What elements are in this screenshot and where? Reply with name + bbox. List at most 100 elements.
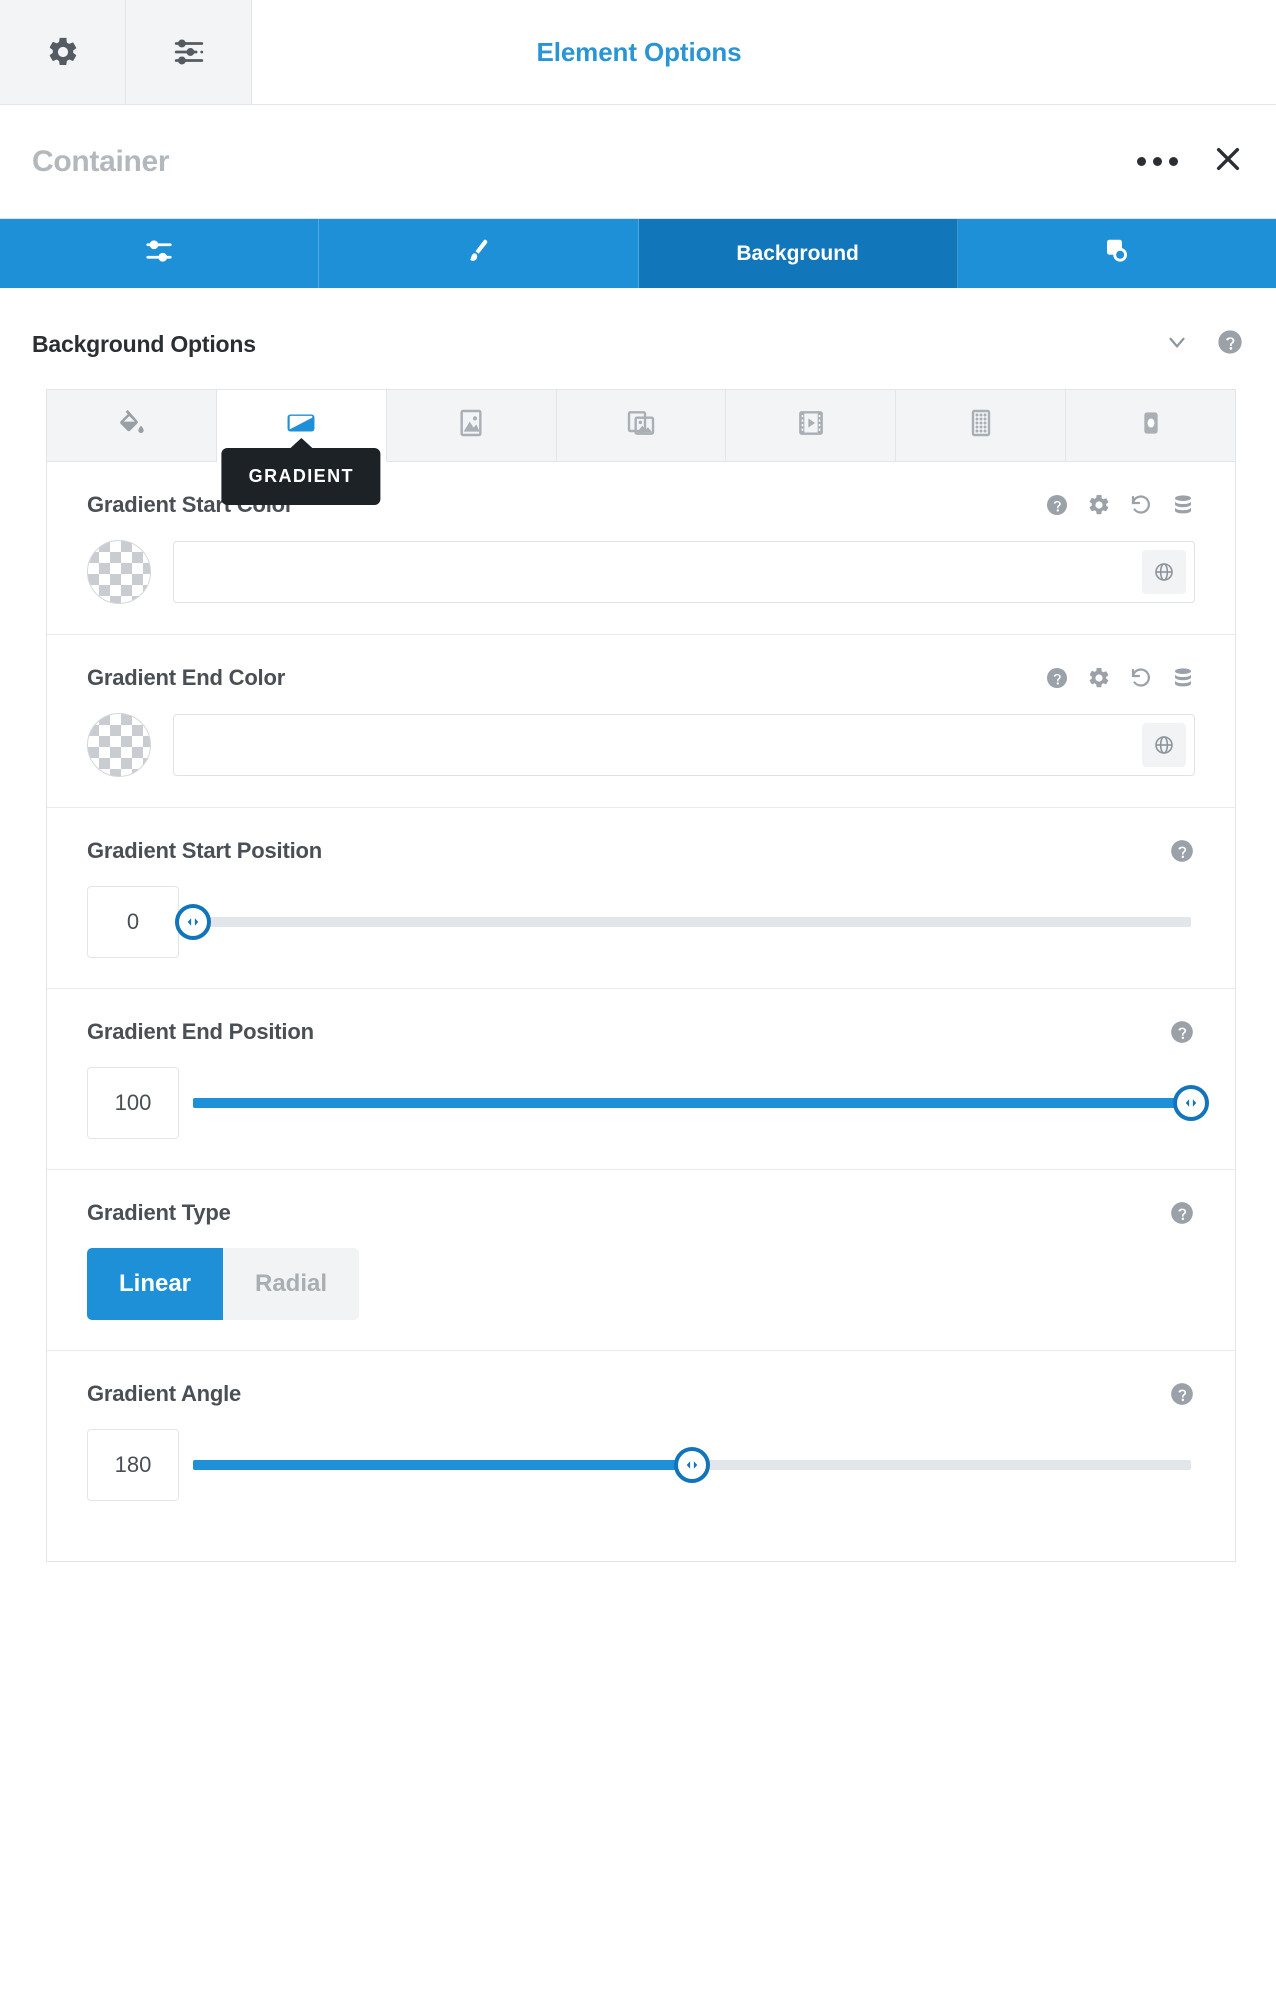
bg-type-pattern[interactable] — [896, 390, 1067, 461]
slider-fill — [193, 1098, 1191, 1108]
gradient-type-radial-button[interactable]: Radial — [223, 1248, 359, 1320]
gradient-start-position-slider[interactable] — [175, 901, 1191, 943]
option-label: Gradient Start Position — [87, 838, 322, 863]
close-icon[interactable] — [1208, 139, 1248, 184]
tab-background[interactable]: Background — [638, 219, 958, 288]
globe-icon[interactable] — [1142, 723, 1186, 767]
database-icon[interactable] — [1171, 493, 1195, 517]
gradient-end-color-input[interactable] — [190, 715, 1142, 775]
slider-track — [193, 917, 1191, 927]
slider-handle[interactable] — [1173, 1085, 1209, 1121]
bg-type-gradient[interactable]: GRADIENT — [216, 390, 387, 505]
help-icon[interactable] — [1169, 1019, 1195, 1045]
gradient-type-linear-button[interactable]: Linear — [87, 1248, 223, 1320]
slider-fill — [193, 1460, 692, 1470]
more-options-button[interactable] — [1133, 151, 1182, 172]
help-icon[interactable] — [1216, 328, 1244, 361]
reset-icon[interactable] — [1129, 666, 1153, 690]
slider-handle[interactable] — [674, 1447, 710, 1483]
toolbar-gear-button[interactable] — [0, 0, 126, 104]
option-icon-group — [1169, 1019, 1195, 1045]
option-label: Gradient Type — [87, 1200, 231, 1225]
slider-handle[interactable] — [175, 904, 211, 940]
brush-icon — [463, 236, 493, 272]
paint-bucket-icon — [115, 407, 147, 444]
image-icon — [455, 407, 487, 444]
help-icon[interactable] — [1169, 838, 1195, 864]
film-icon — [795, 407, 827, 444]
help-icon[interactable] — [1169, 1381, 1195, 1407]
chevron-down-icon[interactable] — [1164, 329, 1190, 360]
gear-icon[interactable] — [1087, 666, 1111, 690]
top-toolbar: Element Options — [0, 0, 1276, 105]
section-title: Background Options — [32, 331, 256, 357]
option-icon-group — [1169, 1381, 1195, 1407]
help-icon[interactable] — [1045, 666, 1069, 690]
tab-general[interactable] — [0, 219, 320, 288]
option-icon-group — [1169, 838, 1195, 864]
option-icon-group — [1045, 666, 1195, 690]
background-options-card: GRADIENT Gradient Start Color Gradient E… — [46, 389, 1236, 1562]
pattern-grid-icon — [965, 407, 997, 444]
bg-type-parallax[interactable] — [556, 390, 727, 461]
option-gradient-end-position: Gradient End Position 100 — [47, 989, 1235, 1170]
tab-design[interactable] — [319, 219, 639, 288]
image-stack-icon — [625, 407, 657, 444]
gradient-end-position-value[interactable]: 100 — [87, 1067, 179, 1139]
database-icon[interactable] — [1171, 666, 1195, 690]
element-options-tabs: Background — [0, 218, 1276, 288]
gradient-angle-value[interactable]: 180 — [87, 1429, 179, 1501]
header-actions — [1133, 139, 1248, 184]
gradient-end-position-slider[interactable] — [193, 1082, 1209, 1124]
option-icon-group — [1045, 493, 1195, 517]
gear-icon — [46, 35, 80, 69]
help-icon[interactable] — [1045, 493, 1069, 517]
background-type-tabs: GRADIENT — [47, 390, 1236, 505]
slider-row: 100 — [87, 1067, 1209, 1139]
option-gradient-angle: Gradient Angle 180 — [47, 1351, 1235, 1561]
option-label: Gradient End Color — [87, 665, 286, 690]
color-field-wrap — [173, 541, 1195, 603]
dot — [1137, 157, 1146, 166]
option-header: Gradient Angle — [87, 1381, 1195, 1407]
color-swatch[interactable] — [87, 713, 151, 777]
toolbar-adjustments-button[interactable] — [126, 0, 252, 104]
dot — [1169, 157, 1178, 166]
option-gradient-end-color: Gradient End Color — [47, 635, 1235, 808]
slider-row: 0 — [87, 886, 1195, 958]
bg-type-image[interactable] — [386, 390, 557, 461]
gear-icon[interactable] — [1087, 493, 1111, 517]
layers-copy-icon — [1102, 236, 1132, 272]
option-header: Gradient Type — [87, 1200, 1195, 1226]
option-gradient-type: Gradient Type Linear Radial — [47, 1170, 1235, 1351]
bg-type-color[interactable] — [47, 390, 217, 461]
mask-icon — [1135, 407, 1167, 444]
sliders-icon — [144, 236, 174, 272]
option-header: Gradient End Color — [87, 665, 1195, 691]
sliders-icon — [172, 35, 206, 69]
color-swatch[interactable] — [87, 540, 151, 604]
gradient-tooltip: GRADIENT — [221, 448, 381, 505]
help-icon[interactable] — [1169, 1200, 1195, 1226]
gradient-start-position-value[interactable]: 0 — [87, 886, 179, 958]
element-header: Container — [0, 105, 1276, 218]
element-name-label: Container — [32, 144, 170, 178]
bg-type-video[interactable] — [726, 390, 897, 461]
option-label: Gradient Angle — [87, 1381, 242, 1406]
background-options-header: Background Options — [0, 288, 1276, 389]
bg-type-mask[interactable] — [1066, 390, 1236, 461]
color-input-row — [87, 713, 1195, 777]
gradient-start-color-input[interactable] — [190, 542, 1142, 602]
option-header: Gradient Start Position — [87, 838, 1195, 864]
option-label: Gradient End Position — [87, 1019, 314, 1044]
gradient-angle-slider[interactable] — [193, 1444, 1191, 1486]
tab-advanced[interactable] — [958, 219, 1276, 288]
panel-title: Element Options — [536, 36, 742, 67]
tab-background-label: Background — [736, 241, 859, 265]
option-header: Gradient End Position — [87, 1019, 1195, 1045]
globe-icon[interactable] — [1142, 550, 1186, 594]
reset-icon[interactable] — [1129, 493, 1153, 517]
color-field-wrap — [173, 714, 1195, 776]
option-gradient-start-position: Gradient Start Position 0 — [47, 808, 1235, 989]
slider-row: 180 — [87, 1429, 1195, 1501]
